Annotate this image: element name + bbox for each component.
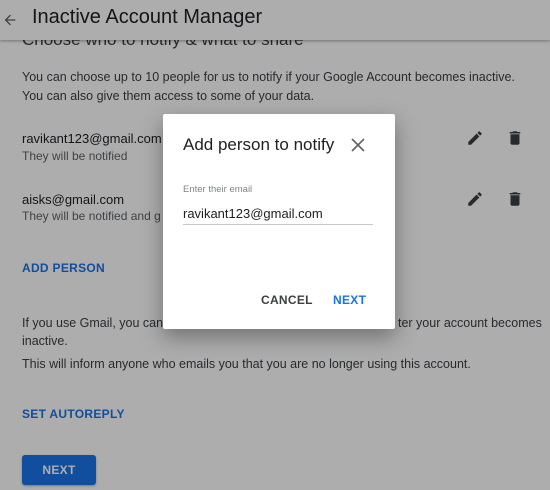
dialog-title: Add person to notify: [183, 135, 335, 154]
email-field-label: Enter their email: [183, 184, 253, 195]
close-dialog-button[interactable]: [349, 136, 367, 154]
close-icon: [351, 138, 365, 152]
dialog-next-button[interactable]: NEXT: [333, 293, 366, 307]
add-person-dialog: Add person to notify Enter their email C…: [163, 114, 395, 329]
cancel-button[interactable]: CANCEL: [261, 293, 313, 307]
email-field[interactable]: [183, 202, 373, 225]
